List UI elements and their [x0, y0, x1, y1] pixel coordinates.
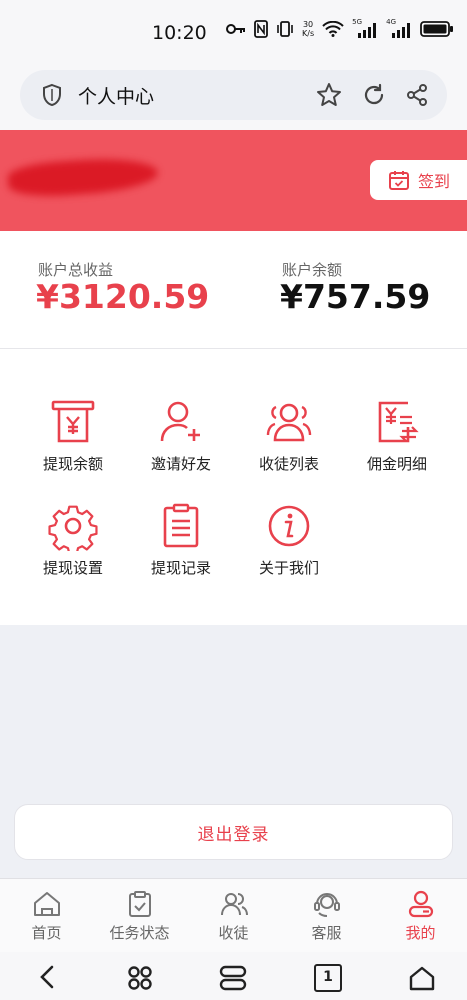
tab-customer-service[interactable]: 客服 [280, 889, 373, 943]
task-icon [128, 891, 151, 917]
tab-count-icon: 1 [323, 969, 333, 985]
status-time: 10:20 [152, 22, 207, 44]
share-icon[interactable] [405, 83, 429, 107]
tab-label: 收徒 [218, 924, 249, 942]
menu-item-invite-friends[interactable]: 邀请好友 [126, 397, 236, 474]
calendar-icon [389, 171, 409, 190]
refresh-icon[interactable] [362, 83, 386, 107]
key-icon [226, 24, 245, 34]
profile-icon [408, 890, 433, 918]
gear-icon [48, 505, 98, 551]
network-speed: 30 K/s [302, 20, 314, 38]
menu-label: 佣金明细 [366, 455, 427, 473]
wifi-icon [322, 21, 344, 37]
bottom-tab-bar: 首页 任务状态 收徒 客服 我的 [0, 878, 467, 953]
menu-label: 提现记录 [150, 559, 211, 577]
tab-apprentice[interactable]: 收徒 [187, 889, 280, 943]
signal-icon-sim2: 4G [386, 18, 412, 38]
menu-label: 关于我们 [258, 559, 319, 577]
withdraw-icon [51, 400, 95, 443]
tab-task-status[interactable]: 任务状态 [93, 889, 186, 943]
menu-label: 提现设置 [42, 559, 103, 577]
headset-icon [313, 893, 340, 917]
logout-button[interactable]: 退出登录 [14, 804, 453, 860]
menu-item-about-us[interactable]: 关于我们 [234, 501, 344, 578]
nfc-icon [254, 20, 268, 38]
users-icon [266, 403, 312, 442]
address-bar[interactable]: 个人中心 [20, 70, 447, 120]
menu-label: 邀请好友 [150, 455, 211, 473]
tab-label: 客服 [311, 924, 342, 942]
menu-item-withdraw-settings[interactable]: 提现设置 [18, 501, 128, 578]
tab-label: 任务状态 [109, 924, 170, 942]
info-icon [268, 505, 310, 547]
menu-label: 收徒列表 [258, 455, 319, 473]
signal-icon-sim1: 5G [352, 18, 378, 38]
total-earnings-value: ¥3120.59 [36, 277, 210, 316]
menu-item-withdraw-records[interactable]: 提现记录 [126, 501, 236, 578]
back-icon[interactable] [36, 964, 60, 990]
menu-item-commission-details[interactable]: 佣金明细 [342, 397, 452, 474]
checkin-button[interactable]: 签到 [370, 160, 467, 200]
system-navigation-bar: 1 [0, 952, 467, 1000]
tab-profile[interactable]: 我的 [374, 889, 467, 943]
logout-label: 退出登录 [197, 824, 270, 845]
tab-label: 我的 [405, 924, 436, 942]
menu-label: 提现余额 [42, 455, 103, 473]
add-user-icon [160, 401, 200, 442]
commission-icon [378, 401, 419, 443]
vibrate-icon [277, 21, 293, 37]
status-icons: 30 K/s 5G 4G [226, 18, 454, 38]
battery-icon [420, 21, 454, 37]
menu-item-withdraw-balance[interactable]: 提现余额 [18, 397, 128, 474]
home-icon[interactable] [408, 964, 436, 992]
home-icon [33, 892, 60, 916]
page-title: 个人中心 [78, 86, 155, 108]
tabs-overview-icon[interactable] [218, 964, 248, 992]
tab-count-button[interactable]: 1 [314, 964, 342, 992]
menu-item-apprentice-list[interactable]: 收徒列表 [234, 397, 344, 474]
function-menu: 提现余额 邀请好友 收徒列表 佣金明细 提现设置 提现记录 关于我们 [0, 349, 467, 625]
tab-home[interactable]: 首页 [0, 889, 93, 943]
account-balance-value: ¥757.59 [280, 277, 431, 316]
tab-label: 首页 [31, 924, 62, 942]
clipboard-icon [163, 503, 199, 548]
shield-icon[interactable] [42, 83, 62, 107]
checkin-label: 签到 [418, 172, 451, 191]
speed-value: 30 [302, 20, 314, 29]
star-icon[interactable] [316, 82, 342, 108]
balance-card: 账户总收益 ¥3120.59 账户余额 ¥757.59 [0, 231, 467, 349]
speed-unit: K/s [302, 29, 315, 38]
multitask-icon[interactable] [126, 964, 154, 992]
users-icon [220, 893, 248, 916]
